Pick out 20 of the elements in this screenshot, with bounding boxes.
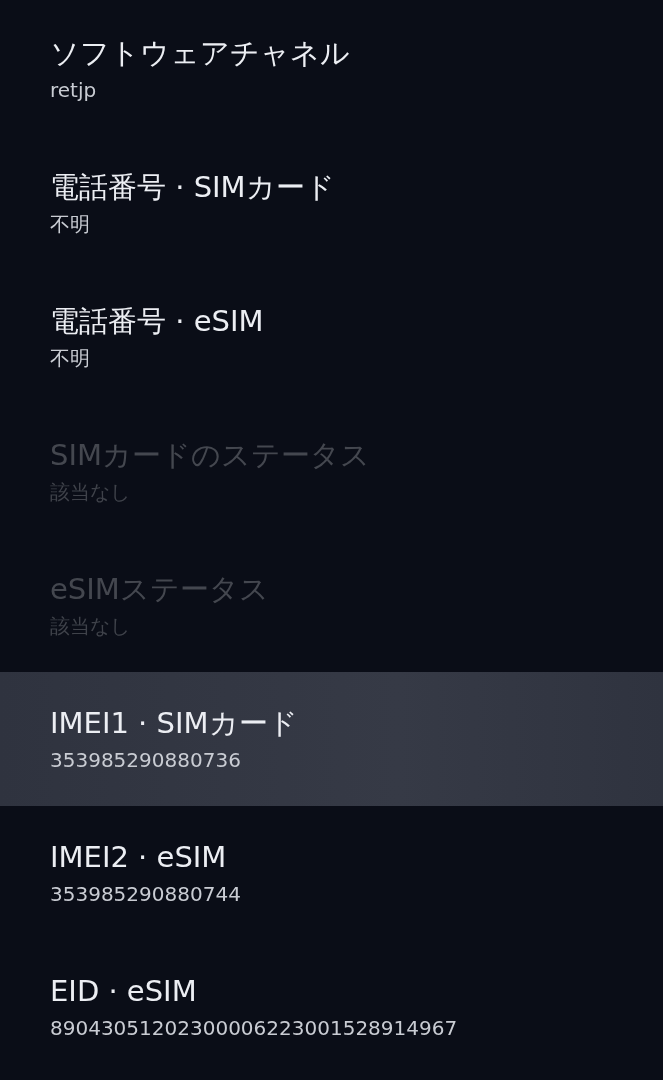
item-title: SIMカードのステータス: [50, 436, 371, 474]
settings-item[interactable]: IMEI2 · eSIM 353985290880744: [0, 806, 663, 940]
item-value: 89043051202300006223001528914967: [50, 1015, 459, 1042]
item-title: ソフトウェアチャネル: [50, 34, 351, 72]
item-title: EID · eSIM: [50, 972, 198, 1010]
item-title: 電話番号 · SIMカード: [50, 168, 336, 206]
item-title: eSIMステータス: [50, 570, 270, 608]
item-value: 353985290880744: [50, 881, 242, 908]
settings-item[interactable]: EID · eSIM 89043051202300006223001528914967: [0, 940, 663, 1074]
item-title: 電話番号 · eSIM: [50, 302, 265, 340]
item-value: 353985290880736: [50, 747, 242, 774]
item-value: 不明: [50, 211, 91, 238]
item-title: IMEI1 · SIMカード: [50, 704, 299, 742]
settings-item[interactable]: 電話番号 · SIMカード 不明: [0, 136, 663, 270]
settings-item[interactable]: 電話番号 · eSIM 不明: [0, 270, 663, 404]
item-title: IMEI2 · eSIM: [50, 838, 228, 876]
item-value: retjp: [50, 77, 98, 104]
item-value: 不明: [50, 345, 91, 372]
settings-item[interactable]: ソフトウェアチャネル retjp: [0, 2, 663, 136]
settings-item[interactable]: IMEI1 · SIMカード 353985290880736: [0, 672, 663, 806]
